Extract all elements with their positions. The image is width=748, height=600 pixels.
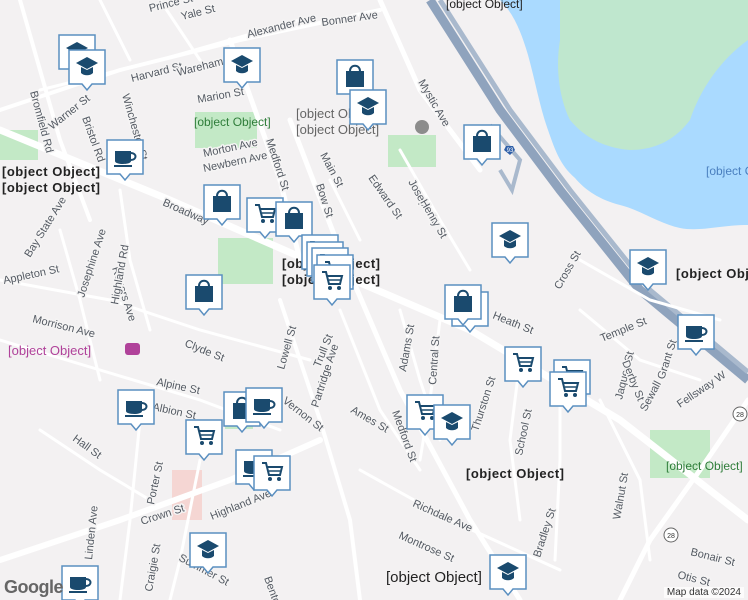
- neighborhood-label: [object Object]: [466, 466, 565, 481]
- map-pin-school[interactable]: [68, 49, 106, 92]
- map-canvas[interactable]: 93 28 28 Harvard St Warner St Bromfield …: [0, 0, 748, 600]
- map-pin-coffee[interactable]: [677, 314, 715, 357]
- route-28-shield-1: 28: [732, 406, 748, 422]
- map-pin-coffee[interactable]: [106, 139, 144, 182]
- map-pin-school[interactable]: [189, 532, 227, 575]
- google-logo: Google: [4, 577, 64, 597]
- river-label: [object Object]: [706, 164, 748, 178]
- temple-icon[interactable]: [415, 120, 429, 134]
- map-pin-school[interactable]: [491, 222, 529, 265]
- map-pin-shopping-bag[interactable]: [444, 284, 482, 327]
- map-attribution: Map data ©2024: [663, 587, 744, 598]
- map-pin-school[interactable]: [433, 404, 471, 447]
- route-93-label: 93: [507, 148, 514, 154]
- map-pin-coffee[interactable]: [245, 387, 283, 430]
- route-28-shield-2: 28: [663, 527, 679, 543]
- temple-green-area: [388, 135, 436, 167]
- map-pin-cart[interactable]: [185, 419, 223, 462]
- map-pin-cart[interactable]: [504, 346, 542, 389]
- map-pin-cart[interactable]: [313, 264, 351, 307]
- park-label: [object Object]: [194, 115, 271, 129]
- camera-icon[interactable]: [125, 343, 140, 355]
- map-pin-cart[interactable]: [549, 371, 587, 414]
- map-pin-school[interactable]: [223, 47, 261, 90]
- neighborhood-label: [object Object]: [2, 180, 101, 195]
- map-pin-coffee[interactable]: [61, 565, 99, 600]
- park-label: [object Object]: [666, 459, 743, 473]
- map-pin-shopping-bag[interactable]: [185, 274, 223, 317]
- map-pin-shopping-bag[interactable]: [203, 184, 241, 227]
- map-pin-school[interactable]: [489, 554, 527, 597]
- road-label: [object Object]: [446, 0, 523, 11]
- map-pin-coffee[interactable]: [117, 389, 155, 432]
- neighborhood-label: [object Object]: [676, 266, 748, 281]
- place-label: [object Object]: [8, 343, 91, 358]
- map-pin-school[interactable]: [349, 89, 387, 132]
- map-pin-shopping-bag[interactable]: [463, 124, 501, 167]
- map-pin-cart[interactable]: [253, 455, 291, 498]
- map-pin-school[interactable]: [629, 249, 667, 292]
- route-28-label-2: 28: [667, 533, 675, 540]
- route-28-label-1: 28: [736, 412, 744, 419]
- neighborhood-label: [object Object]: [2, 164, 101, 179]
- city-label: [object Object]: [386, 569, 482, 586]
